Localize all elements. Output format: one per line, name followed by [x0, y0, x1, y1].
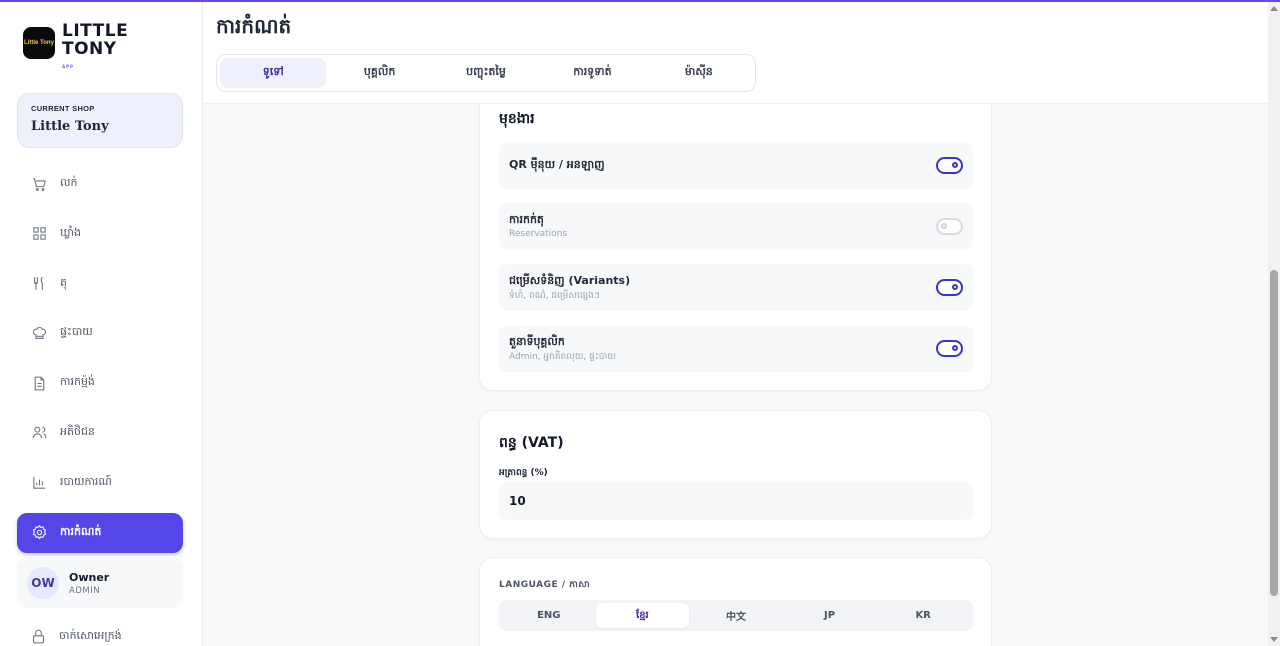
- language-option-khmer[interactable]: ខ្មែរ: [595, 603, 690, 628]
- sidebar-item-label: ការកំណត់: [60, 524, 102, 538]
- sidebar-item-label: របាយការណ៍: [60, 474, 112, 488]
- sidebar-item-orders[interactable]: ការកម្ម៉ង់: [17, 363, 183, 403]
- language-option-kr[interactable]: KR: [876, 603, 970, 628]
- logo-icon: Little Tony: [23, 27, 55, 59]
- vat-card: ពន្ធ (VAT) អត្រាពន្ធ (%) 10: [479, 410, 992, 539]
- lock-screen-label: ចាក់សោអេក្រង់: [59, 628, 122, 642]
- feature-sub: Admin, អ្នកគិតលុយ, ផ្ទះបាយ: [509, 352, 616, 362]
- sidebar-item-label: លក់: [60, 176, 78, 189]
- settings-content[interactable]: មុខងារ QR ម៉ឺនុយ / អនឡាញ ការកក់តុ Reserv…: [203, 104, 1268, 646]
- gear-icon: [30, 524, 48, 542]
- scrollbar-thumb[interactable]: [1270, 270, 1278, 596]
- current-shop-card[interactable]: CURRENT SHOP Little Tony: [17, 93, 183, 148]
- sidebar-nav: លក់ ឃ្លាំង តុ ផ្ទះបាយ ការកម្ម៉ង់ អតិថិជន…: [17, 164, 183, 562]
- vat-rate-label: អត្រាពន្ធ (%): [499, 468, 548, 478]
- language-card: LANGUAGE / ភាសា ENG ខ្មែរ 中文 JP KR: [479, 557, 992, 646]
- sidebar-item-inventory[interactable]: ឃ្លាំង: [17, 214, 183, 254]
- vat-title: ពន្ធ (VAT): [499, 435, 564, 451]
- grid-icon: [30, 225, 48, 243]
- sidebar-item-reports[interactable]: របាយការណ៍: [17, 463, 183, 503]
- sidebar-item-customers[interactable]: អតិថិជន: [17, 413, 183, 453]
- sidebar-item-label: ឃ្លាំង: [60, 225, 81, 239]
- language-option-jp[interactable]: JP: [783, 603, 877, 628]
- sidebar-item-sell[interactable]: លក់: [17, 164, 183, 204]
- lock-screen-button[interactable]: ចាក់សោអេក្រង់: [30, 628, 122, 645]
- user-name: Owner: [69, 570, 110, 584]
- sidebar-item-kitchen[interactable]: ផ្ទះបាយ: [17, 313, 183, 353]
- feature-row-variants: ជម្រើសទំនិញ (Variants) ទំហំ, ពណ៌, ជម្រើស…: [499, 264, 973, 311]
- language-selector: ENG ខ្មែរ 中文 JP KR: [499, 600, 973, 631]
- user-card[interactable]: OW Owner ADMIN: [17, 558, 183, 608]
- toggle-reservations[interactable]: [936, 218, 963, 235]
- current-shop-name: Little Tony: [31, 119, 109, 134]
- scrollbar[interactable]: [1268, 2, 1280, 646]
- page-header: ការកំណត់ ទូទៅ បុគ្គលិក បញ្ចុះតម្លៃ ការទូ…: [203, 2, 1268, 104]
- users-icon: [30, 424, 48, 442]
- tab-printers[interactable]: ម៉ាស៊ីន: [646, 58, 752, 88]
- toggle-variants[interactable]: [936, 279, 963, 296]
- cart-icon: [30, 175, 48, 193]
- feature-label: ការកក់តុ: [509, 213, 544, 226]
- scroll-down-icon[interactable]: [1270, 637, 1278, 642]
- chef-hat-icon: [30, 324, 48, 342]
- user-role: ADMIN: [69, 585, 101, 596]
- sidebar-item-settings[interactable]: ការកំណត់: [17, 512, 183, 553]
- lock-icon: [33, 629, 44, 644]
- sidebar-item-label: ផ្ទះបាយ: [60, 325, 93, 339]
- settings-tabs: ទូទៅ បុគ្គលិក បញ្ចុះតម្លៃ ការទូទាត់ ម៉ាស…: [216, 54, 756, 92]
- avatar: OW: [27, 567, 59, 599]
- tab-general[interactable]: ទូទៅ: [220, 58, 327, 88]
- toggle-staff-roles[interactable]: [936, 340, 963, 357]
- features-title: មុខងារ: [499, 111, 535, 127]
- tab-discounts[interactable]: បញ្ចុះតម្លៃ: [433, 58, 539, 88]
- toggle-qr-menu[interactable]: [936, 157, 963, 174]
- tab-staff[interactable]: បុគ្គលិក: [326, 58, 432, 88]
- feature-row-reservations: ការកក់តុ Reservations: [499, 203, 973, 250]
- sidebar-item-label: ការកម្ម៉ង់: [60, 375, 95, 389]
- feature-sub: Reservations: [509, 229, 568, 239]
- bar-chart-icon: [30, 474, 48, 492]
- language-label: LANGUAGE / ភាសា: [499, 580, 591, 590]
- feature-row-staff-roles: តួនាទីបុគ្គលិក Admin, អ្នកគិតលុយ, ផ្ទះបា…: [499, 325, 973, 372]
- features-card: មុខងារ QR ម៉ឺនុយ / អនឡាញ ការកក់តុ Reserv…: [479, 104, 992, 391]
- sidebar-item-tables[interactable]: តុ: [17, 264, 183, 304]
- document-icon: [30, 374, 48, 392]
- sidebar-item-label: តុ: [60, 275, 67, 289]
- sidebar-item-label: អតិថិជន: [60, 424, 95, 438]
- brand-logo[interactable]: Little Tony LITTLE TONY APP: [23, 22, 128, 76]
- sidebar: Little Tony LITTLE TONY APP CURRENT SHOP…: [0, 2, 203, 646]
- tab-payments[interactable]: ការទូទាត់: [539, 58, 645, 88]
- language-option-chinese[interactable]: 中文: [689, 603, 783, 628]
- brand-name-line1: LITTLE: [62, 21, 129, 41]
- feature-label: QR ម៉ឺនុយ / អនឡាញ: [509, 158, 605, 171]
- page-title: ការកំណត់: [216, 14, 292, 38]
- feature-label: តួនាទីបុគ្គលិក: [509, 335, 565, 348]
- brand-sub: APP: [62, 64, 74, 69]
- feature-label: ជម្រើសទំនិញ (Variants): [509, 274, 631, 287]
- utensils-icon: [30, 275, 48, 293]
- scroll-up-icon[interactable]: [1270, 6, 1278, 11]
- brand-name-line2: TONY: [62, 39, 117, 59]
- current-shop-label: CURRENT SHOP: [31, 104, 95, 113]
- vat-rate-input[interactable]: 10: [499, 482, 973, 520]
- feature-sub: ទំហំ, ពណ៌, ជម្រើសផ្សេងៗ: [509, 291, 600, 301]
- language-option-eng[interactable]: ENG: [502, 603, 596, 628]
- feature-row-qr-menu: QR ម៉ឺនុយ / អនឡាញ: [499, 142, 973, 189]
